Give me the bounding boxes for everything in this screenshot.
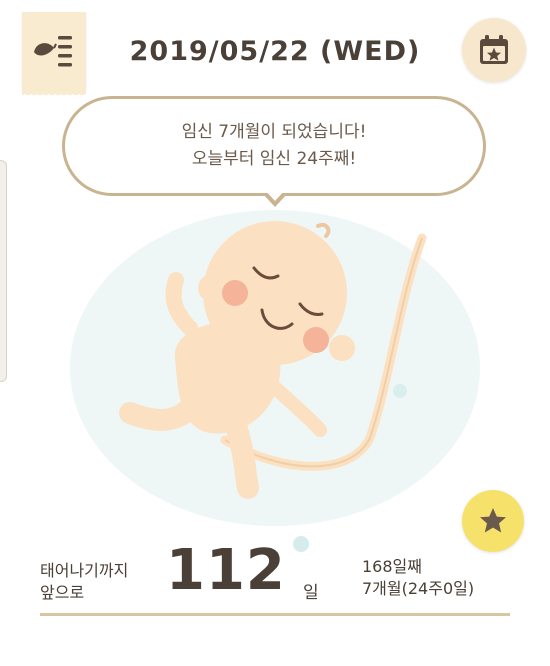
speech-bubble-tail bbox=[262, 190, 288, 207]
month-week: 7개월(24주0일) bbox=[362, 579, 475, 598]
speech-bubble: 임신 7개월이 되었습니다! 오늘부터 임신 24주째! bbox=[62, 96, 486, 196]
bubble-line-1: 임신 7개월이 되었습니다! bbox=[181, 122, 367, 142]
countdown-label-line-1: 태어나기까지 bbox=[40, 561, 129, 580]
bubble-line-2: 오늘부터 임신 24주째! bbox=[191, 149, 357, 169]
calendar-button[interactable] bbox=[462, 18, 526, 82]
decorative-dot bbox=[293, 536, 309, 552]
days-unit: 일 bbox=[303, 583, 319, 603]
days-remaining: 112 bbox=[166, 538, 286, 603]
baby-illustration bbox=[70, 210, 480, 526]
calendar-star-icon bbox=[480, 35, 508, 64]
day-count: 168일째 bbox=[362, 557, 422, 576]
countdown-label-line-2: 앞으로 bbox=[40, 583, 85, 602]
side-edge-handle[interactable] bbox=[0, 160, 7, 382]
star-icon bbox=[480, 508, 506, 533]
divider bbox=[40, 613, 510, 616]
favorite-star-button[interactable] bbox=[462, 490, 524, 552]
countdown-label: 태어나기까지 앞으로 bbox=[40, 560, 128, 604]
pregnancy-progress-info: 168일째 7개월(24주0일) bbox=[362, 556, 474, 600]
